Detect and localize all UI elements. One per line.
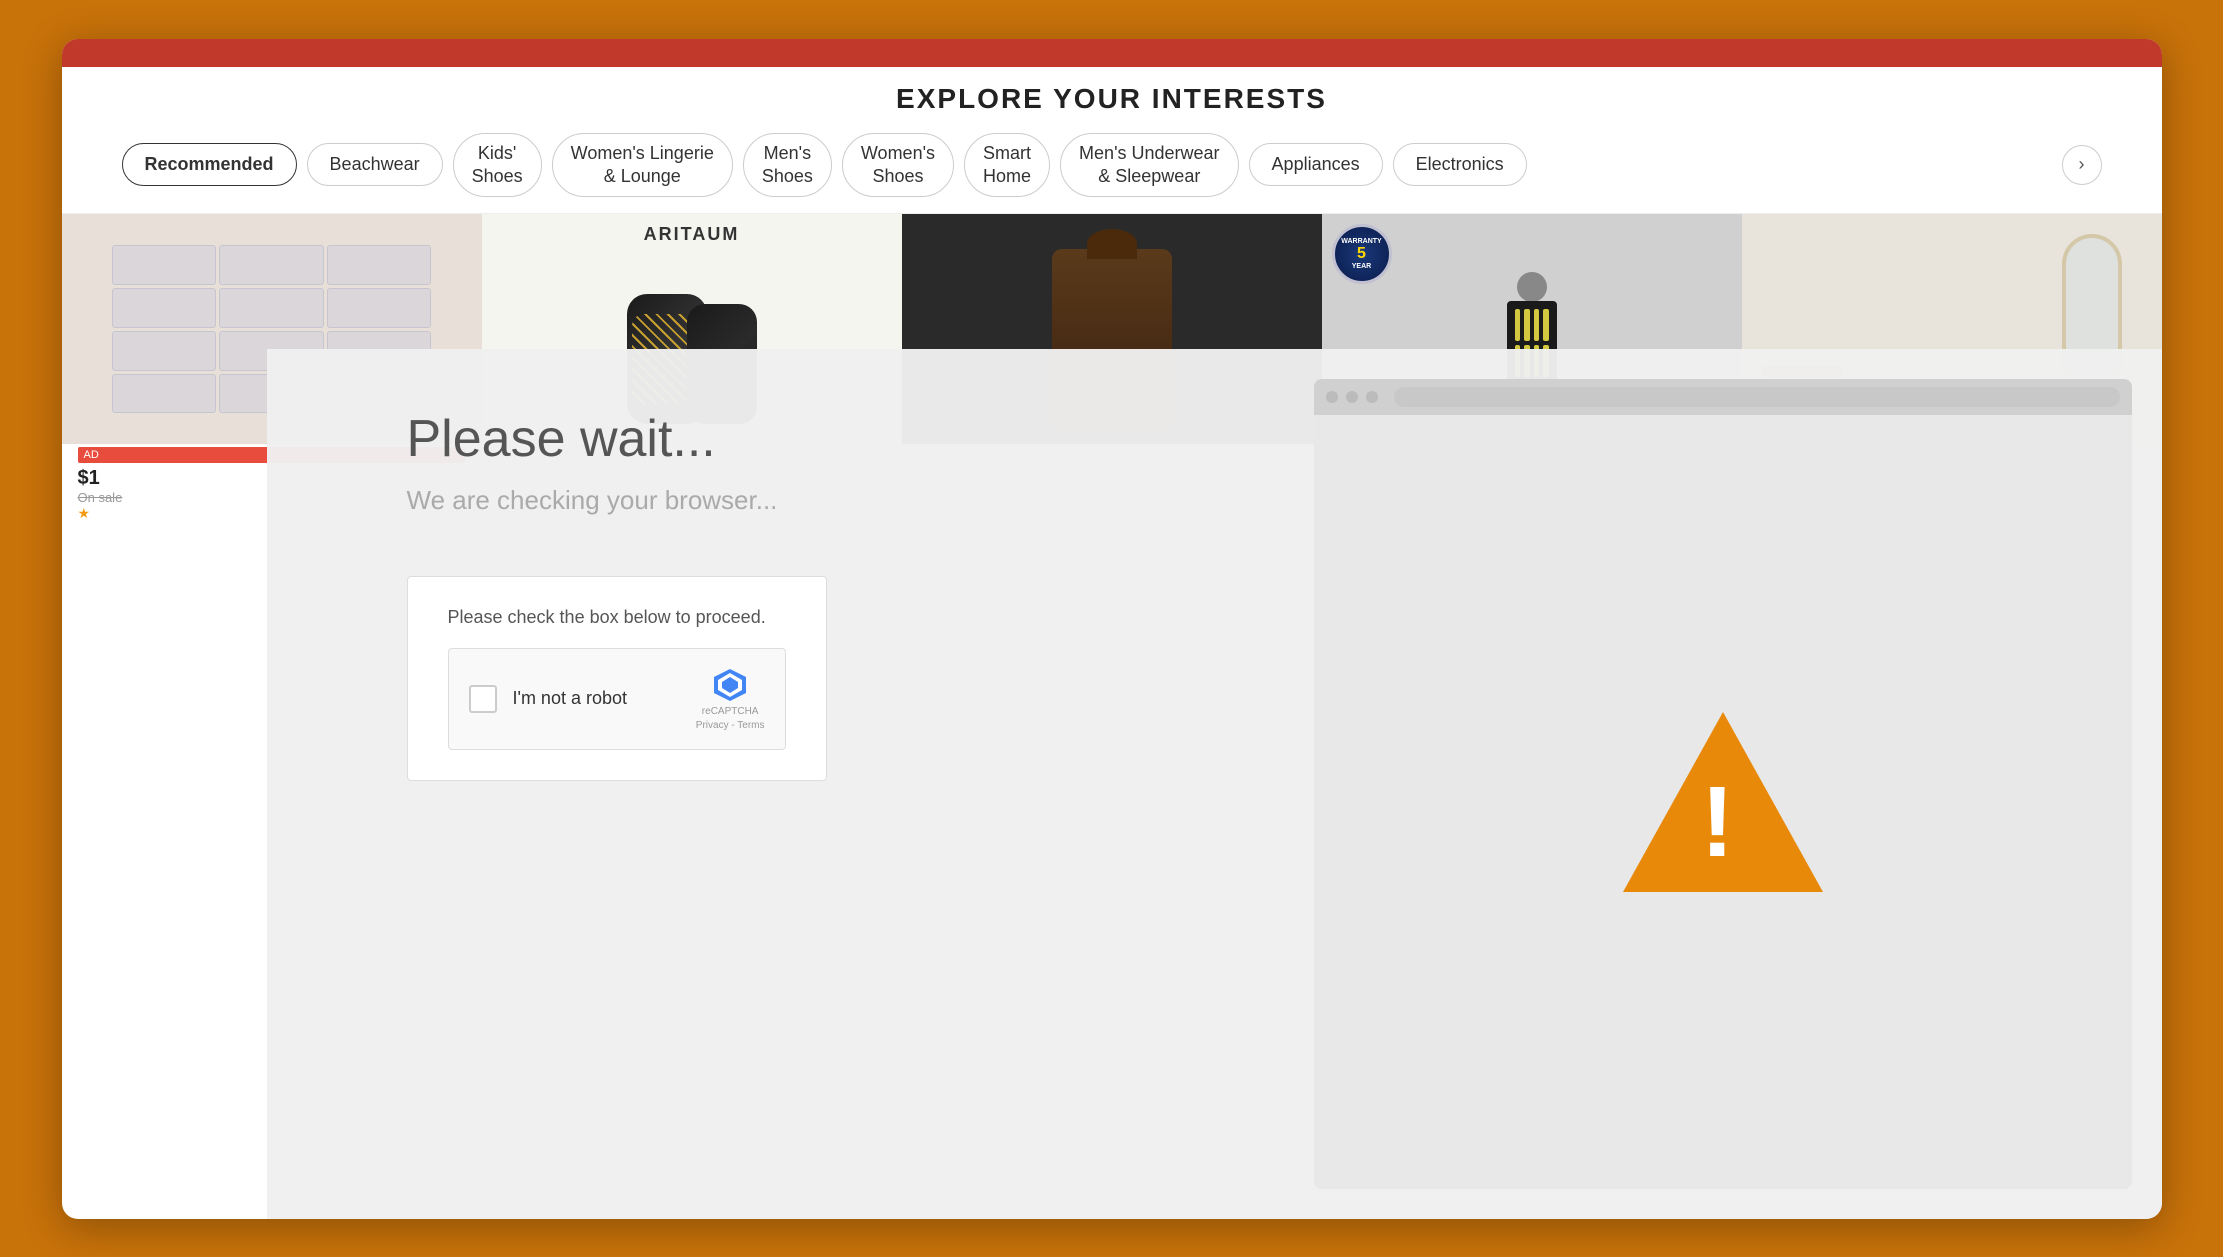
tab-electronics[interactable]: Electronics [1393,143,1527,186]
shoe-slot [112,288,217,328]
recaptcha-label: I'm not a robot [513,688,680,709]
captcha-instruction: Please check the box below to proceed. [448,607,786,628]
browser-window: EXPLORE YOUR INTERESTS Recommended Beach… [62,39,2162,1219]
browser-address-bar [1394,387,2120,407]
page-title: EXPLORE YOUR INTERESTS [62,83,2162,115]
shoe-slot [219,245,324,285]
person-head [1517,272,1547,302]
warranty-year-label: YEAR [1352,263,1371,270]
recaptcha-checkbox[interactable] [469,685,497,713]
browser-mockup-topbar [1314,379,2132,415]
page-header: EXPLORE YOUR INTERESTS Recommended Beach… [62,67,2162,215]
tab-womens-lingerie[interactable]: Women's Lingerie& Lounge [552,133,733,198]
tab-appliances[interactable]: Appliances [1249,143,1383,186]
captcha-box: Please check the box below to proceed. I… [407,576,827,781]
captcha-left-panel: Please wait... We are checking your brow… [267,349,1285,1219]
brand-logo: ARITAUM [644,224,740,245]
tab-womens-shoes[interactable]: Women'sShoes [842,133,954,198]
warranty-year: 5 [1357,245,1366,263]
shoe-slot [327,245,432,285]
browser-dot-1 [1326,391,1338,403]
tab-recommended[interactable]: Recommended [122,143,297,186]
browser-mockup-content [1314,415,2132,1189]
captcha-right-panel [1284,349,2162,1219]
tab-kids-shoes[interactable]: Kids'Shoes [453,133,542,198]
top-bar [62,39,2162,67]
led-cell [1515,309,1521,341]
recaptcha-logo-area: reCAPTCHA Privacy - Terms [696,665,765,733]
shoe-slot [112,374,217,414]
browser-mockup [1314,379,2132,1189]
recaptcha-widget[interactable]: I'm not a robot reCAPTCHA Privacy - Term… [448,648,786,750]
category-tabs: Recommended Beachwear Kids'Shoes Women's… [62,133,2162,214]
led-cell [1543,309,1549,341]
recaptcha-brand: reCAPTCHA Privacy - Terms [696,705,765,733]
browser-dot-3 [1366,391,1378,403]
shoe-slot [327,288,432,328]
captcha-overlay: Please wait... We are checking your brow… [267,349,2162,1219]
tab-beachwear[interactable]: Beachwear [307,143,443,186]
warning-triangle [1623,712,1823,892]
please-wait-title: Please wait... [407,409,716,469]
shoe-slot [112,245,217,285]
warranty-text: WARRANTY [1341,238,1381,245]
recaptcha-icon [710,665,750,705]
tab-smart-home[interactable]: SmartHome [964,133,1050,198]
chevron-right-icon: › [2079,154,2085,175]
browser-dot-2 [1346,391,1358,403]
led-cell [1524,309,1530,341]
checking-subtitle: We are checking your browser... [407,485,778,516]
tab-mens-underwear[interactable]: Men's Underwear& Sleepwear [1060,133,1239,198]
led-cell [1534,309,1540,341]
tab-mens-shoes[interactable]: Men'sShoes [743,133,832,198]
warranty-badge: WARRANTY 5 YEAR [1332,224,1392,284]
shoe-slot [112,331,217,371]
next-categories-button[interactable]: › [2062,145,2102,185]
shoe-slot [219,288,324,328]
